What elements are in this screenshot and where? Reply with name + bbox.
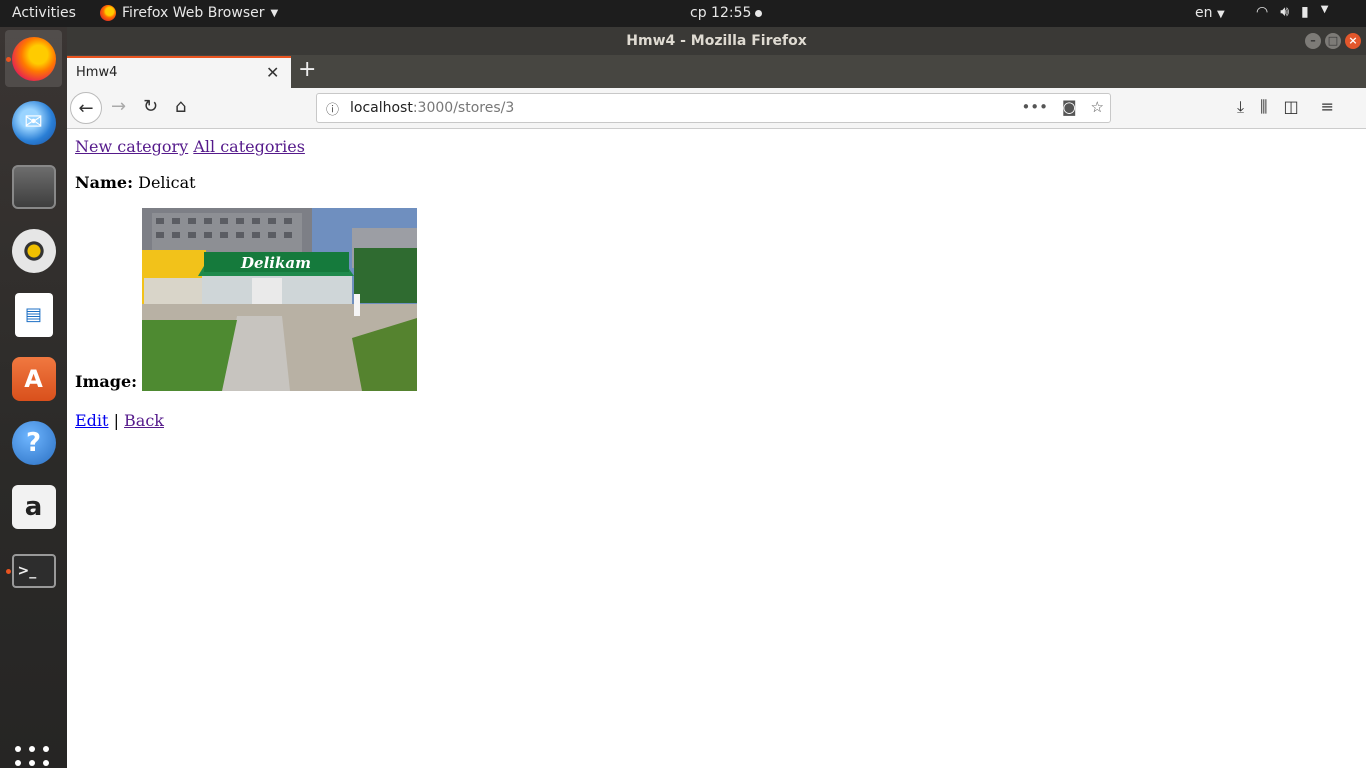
chevron-down-icon: ▼ bbox=[1320, 4, 1329, 15]
close-window-icon[interactable]: × bbox=[1345, 33, 1361, 49]
name-value: Delicat bbox=[138, 173, 196, 192]
language-indicator[interactable]: en ▼ bbox=[1195, 5, 1225, 21]
store-image: Delikam bbox=[142, 208, 418, 391]
libreoffice-writer-icon: ▤ bbox=[14, 292, 53, 337]
tab-title: Hmw4 bbox=[76, 65, 118, 80]
rhythmbox-icon bbox=[11, 228, 56, 273]
site-info-icon[interactable]: ⓘ bbox=[326, 99, 339, 118]
bookmark-star-icon[interactable]: ☆ bbox=[1091, 98, 1104, 116]
dock-rhythmbox[interactable] bbox=[5, 222, 62, 279]
name-label: Name: bbox=[75, 173, 134, 192]
firefox-window: Hmw4 - Mozilla Firefox – □ × Hmw4 ✕ + ← … bbox=[67, 27, 1366, 768]
close-tab-icon[interactable]: ✕ bbox=[266, 63, 279, 82]
chevron-down-icon: ▼ bbox=[1216, 9, 1225, 20]
volume-icon: 🔊︎ bbox=[1280, 4, 1290, 20]
menu-icon[interactable]: ≡ bbox=[1321, 97, 1334, 117]
ubuntu-dock: ✉ ▤ A ? a >_ bbox=[0, 27, 67, 768]
firefox-icon bbox=[11, 36, 56, 81]
system-top-bar: Activities Firefox Web Browser ▼ ср 12:5… bbox=[0, 0, 1366, 27]
language-label: en bbox=[1195, 5, 1213, 21]
category-links: New category All categories bbox=[75, 137, 305, 156]
page-actions-icon[interactable]: ••• bbox=[1021, 98, 1048, 116]
store-sign-text: Delikam bbox=[240, 254, 311, 272]
app-menu-label: Firefox Web Browser bbox=[122, 5, 265, 21]
store-image-row: Image: Delikam bbox=[75, 208, 418, 391]
link-separator: | bbox=[113, 411, 119, 430]
pocket-icon[interactable]: ◙ bbox=[1062, 98, 1077, 116]
url-text[interactable]: localhost:3000/stores/3 bbox=[350, 100, 514, 116]
app-menu[interactable]: Firefox Web Browser ▼ bbox=[100, 5, 278, 21]
files-icon bbox=[11, 164, 56, 209]
home-button[interactable]: ⌂ bbox=[175, 96, 186, 117]
thunderbird-icon: ✉ bbox=[11, 100, 56, 145]
reload-button[interactable]: ↻ bbox=[143, 96, 158, 117]
edit-link[interactable]: Edit bbox=[75, 411, 108, 430]
url-host: localhost bbox=[350, 100, 413, 116]
store-name-row: Name: Delicat bbox=[75, 173, 196, 192]
clock-label: ср 12:55 bbox=[690, 5, 752, 21]
tab-bar: Hmw4 ✕ + bbox=[67, 55, 1366, 88]
terminal-icon: >_ bbox=[11, 553, 56, 588]
dock-files[interactable] bbox=[5, 158, 62, 215]
tab-hmw4[interactable]: Hmw4 ✕ bbox=[67, 56, 291, 88]
window-titlebar[interactable]: Hmw4 - Mozilla Firefox – □ × bbox=[67, 27, 1366, 55]
system-tray[interactable]: ◠ 🔊︎ ▮ ▼ bbox=[1256, 4, 1328, 20]
all-categories-link[interactable]: All categories bbox=[193, 137, 305, 156]
image-label: Image: bbox=[75, 372, 138, 391]
forward-button[interactable]: → bbox=[111, 96, 126, 117]
new-tab-button[interactable]: + bbox=[298, 57, 316, 82]
dock-terminal[interactable]: >_ bbox=[5, 542, 62, 599]
dock-help[interactable]: ? bbox=[5, 414, 62, 471]
window-title: Hmw4 - Mozilla Firefox bbox=[626, 33, 807, 49]
ubuntu-software-icon: A bbox=[11, 356, 56, 401]
address-bar[interactable]: ⓘ localhost:3000/stores/3 ••• ◙ ☆ bbox=[316, 93, 1111, 123]
back-link[interactable]: Back bbox=[124, 411, 164, 430]
dock-amazon[interactable]: a bbox=[5, 478, 62, 535]
minimize-icon[interactable]: – bbox=[1305, 33, 1321, 49]
dock-firefox[interactable] bbox=[5, 30, 62, 87]
dock-thunderbird[interactable]: ✉ bbox=[5, 94, 62, 151]
url-path: :3000/stores/3 bbox=[412, 100, 515, 116]
new-category-link[interactable]: New category bbox=[75, 137, 188, 156]
dock-ubuntu-software[interactable]: A bbox=[5, 350, 62, 407]
dock-libreoffice-writer[interactable]: ▤ bbox=[5, 286, 62, 343]
library-icon[interactable]: ⫼ bbox=[1260, 97, 1267, 117]
show-applications-icon[interactable] bbox=[15, 746, 51, 768]
sidebar-icon[interactable]: ◫ bbox=[1283, 97, 1298, 117]
maximize-icon[interactable]: □ bbox=[1325, 33, 1341, 49]
activities-button[interactable]: Activities bbox=[12, 5, 76, 21]
running-indicator bbox=[6, 569, 11, 574]
toolbar-right: ⤓ ⫼ ◫ ≡ bbox=[1237, 97, 1334, 117]
page-content: New category All categories Name: Delica… bbox=[67, 129, 1366, 768]
clock[interactable]: ср 12:55 bbox=[690, 5, 763, 21]
downloads-icon[interactable]: ⤓ bbox=[1237, 97, 1244, 117]
chevron-down-icon: ▼ bbox=[270, 7, 279, 19]
firefox-small-icon bbox=[100, 5, 116, 21]
help-icon: ? bbox=[11, 420, 56, 465]
running-indicator bbox=[6, 57, 11, 62]
actions-row: Edit | Back bbox=[75, 411, 164, 430]
wifi-icon: ◠ bbox=[1256, 4, 1269, 20]
battery-icon: ▮ bbox=[1301, 4, 1309, 20]
amazon-icon: a bbox=[11, 484, 56, 529]
navigation-toolbar: ← → ↻ ⌂ ⓘ localhost:3000/stores/3 ••• ◙ … bbox=[67, 88, 1366, 129]
back-button[interactable]: ← bbox=[70, 92, 102, 124]
notification-dot-icon bbox=[755, 9, 763, 17]
